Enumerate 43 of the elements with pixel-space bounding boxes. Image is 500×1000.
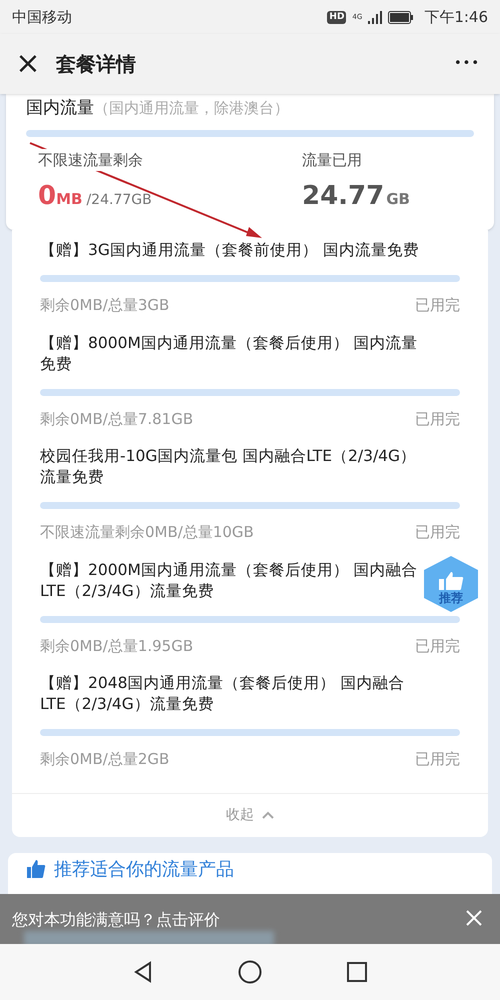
usage-text: 剩余0MB/总量1.95GB	[40, 636, 194, 656]
remaining-unit: MB	[56, 189, 82, 210]
recent-apps-icon[interactable]	[346, 961, 368, 983]
close-button[interactable]: ×	[12, 49, 44, 79]
remaining-total: /24.77GB	[86, 191, 152, 210]
chevron-up-icon	[262, 811, 274, 819]
section-title: 国内流量	[26, 97, 94, 120]
recommend-title: 推荐适合你的流量产品	[54, 858, 234, 880]
usage-text: 剩余0MB/总量3GB	[40, 295, 170, 316]
section-subtitle: （国内通用流量，除港澳台）	[94, 98, 289, 119]
usage-status: 已用完	[415, 636, 460, 656]
usage-status: 已用完	[415, 522, 460, 543]
package-name: 校园任我用-10G国内流量包 国内融合LTE（2/3/4G）流量免费	[40, 446, 418, 488]
more-button[interactable]: •••	[454, 54, 488, 74]
usage-status: 已用完	[415, 408, 460, 430]
page-title: 套餐详情	[56, 51, 136, 78]
usage-status: 已用完	[415, 295, 460, 316]
carrier-name: 中国移动	[12, 6, 72, 28]
usage-status: 已用完	[415, 749, 460, 770]
battery-icon	[388, 10, 414, 24]
signal-icon	[368, 10, 382, 24]
thumbs-up-icon	[26, 858, 46, 878]
toast-text: 您对本功能满意吗？点击评价	[12, 909, 220, 931]
home-icon[interactable]	[238, 960, 262, 984]
used-value: 24.77	[302, 180, 384, 213]
package-name: 【赠】2048国内通用流量（套餐后使用） 国内融合LTE（2/3/4G）流量免费	[40, 673, 406, 715]
package-name: 【赠】2000M国内通用流量（套餐后使用） 国内融合LTE（2/3/4G）流量免费	[40, 560, 419, 602]
package-name: 【赠】8000M国内通用流量（套餐后使用） 国内流量免费	[40, 332, 419, 374]
usage-text: 剩余0MB/总量2GB	[40, 749, 170, 770]
clock-time: 下午1:46	[424, 6, 488, 28]
back-icon[interactable]	[132, 961, 154, 983]
used-label: 流量已用	[302, 150, 363, 170]
remaining-value: 0	[38, 180, 56, 213]
badge-label: 推荐	[439, 592, 463, 604]
close-icon	[466, 910, 482, 926]
usage-text: 不限速流量剩余0MB/总量10GB	[40, 522, 254, 543]
usage-text: 剩余0MB/总量7.81GB	[40, 408, 194, 430]
close-button[interactable]	[466, 910, 482, 926]
remaining-label: 不限速流量剩余	[38, 148, 143, 171]
hd-badge: HD	[327, 10, 346, 24]
used-unit: GB	[386, 189, 410, 210]
package-name: 【赠】3G国内通用流量（套餐前使用） 国内流量免费	[40, 240, 419, 261]
thumbs-up-icon	[438, 572, 464, 590]
